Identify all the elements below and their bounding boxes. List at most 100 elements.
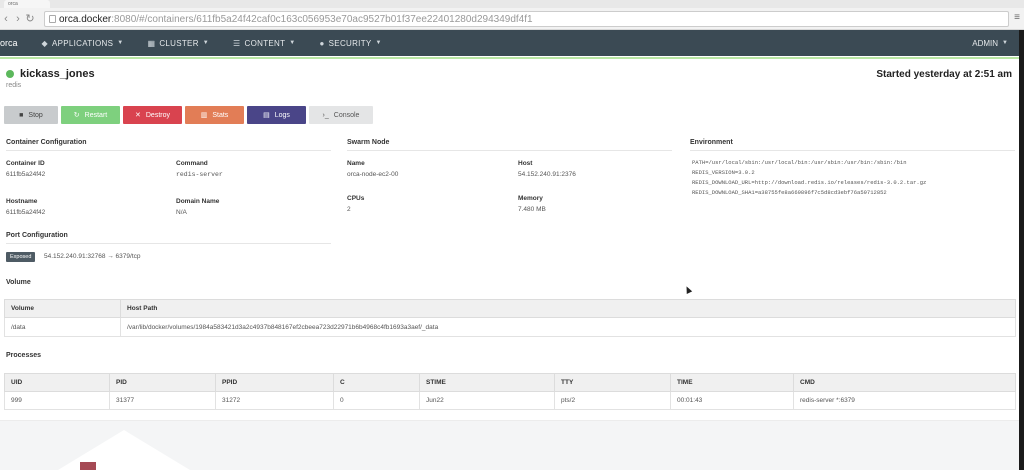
env-line: REDIS_DOWNLOAD_URL=http://download.redis… bbox=[692, 179, 927, 186]
domain-value: N/A bbox=[176, 209, 187, 216]
column-header: C bbox=[333, 373, 420, 392]
port-mapping: 54.152.240.91:32768 → 6379/tcp bbox=[44, 253, 141, 260]
table-row: /data /var/lib/docker/volumes/1984a58342… bbox=[4, 317, 1016, 337]
chevron-down-icon: ▼ bbox=[202, 40, 210, 46]
table-row: 999 31377 31272 0 Jun22 pts/2 00:01:43 r… bbox=[4, 391, 1016, 410]
command-value: redis-server bbox=[176, 171, 223, 178]
column-header: PPID bbox=[215, 373, 334, 392]
container-id-label: Container ID bbox=[6, 160, 45, 167]
column-header: Volume bbox=[4, 299, 121, 318]
processes-table: UID PID PPID C STIME TTY TIME CMD 999 31… bbox=[4, 373, 1016, 410]
url-path: :8080/#/containers/611fb5a24f42caf0c163c… bbox=[111, 13, 533, 25]
list-icon: ☰ bbox=[233, 38, 241, 48]
host-label: Host bbox=[518, 160, 533, 167]
nav-content-label: CONTENT bbox=[244, 38, 286, 48]
stop-icon: ■ bbox=[19, 111, 24, 119]
divider bbox=[690, 150, 1015, 151]
lock-icon: ● bbox=[319, 38, 325, 48]
uid-cell: 999 bbox=[4, 391, 110, 410]
nav-cluster[interactable]: ▦ CLUSTER ▼ bbox=[135, 39, 221, 48]
page-info-icon[interactable] bbox=[49, 15, 56, 23]
document-icon: ▤ bbox=[263, 112, 270, 119]
stats-label: Stats bbox=[212, 111, 229, 119]
stats-button[interactable]: ▥ Stats bbox=[185, 106, 244, 124]
status-accent-line bbox=[0, 57, 1024, 59]
column-header: UID bbox=[4, 373, 110, 392]
nav-applications[interactable]: ◆ APPLICATIONS ▼ bbox=[30, 39, 136, 48]
logs-label: Logs bbox=[274, 111, 290, 119]
nav-cluster-label: CLUSTER bbox=[159, 38, 199, 48]
volume-title: Volume bbox=[6, 279, 31, 286]
console-button[interactable]: ›_ Console bbox=[309, 106, 373, 124]
pid-cell: 31377 bbox=[109, 391, 216, 410]
time-cell: 00:01:43 bbox=[670, 391, 794, 410]
port-config-title: Port Configuration bbox=[6, 232, 68, 239]
footer-decoration bbox=[58, 430, 190, 470]
column-header: PID bbox=[109, 373, 216, 392]
window-edge bbox=[1019, 30, 1024, 470]
destroy-button[interactable]: ✕ Destroy bbox=[123, 106, 182, 124]
action-toolbar: ■ Stop ↻ Restart ✕ Destroy ▥ Stats ▤ Log… bbox=[4, 106, 373, 124]
chevron-down-icon: ▼ bbox=[375, 40, 382, 46]
stop-label: Stop bbox=[28, 111, 43, 119]
column-header: CMD bbox=[793, 373, 1016, 392]
chevron-down-icon: ▼ bbox=[117, 40, 124, 46]
top-navbar: orca ◆ APPLICATIONS ▼ ▦ CLUSTER ▼ ☰ CONT… bbox=[0, 30, 1024, 56]
cpus-value: 2 bbox=[347, 206, 351, 213]
browser-menu-icon[interactable]: ≡ bbox=[1014, 12, 1020, 23]
admin-menu[interactable]: ADMIN ▼ bbox=[972, 30, 1008, 56]
column-header: TIME bbox=[670, 373, 794, 392]
hostname-label: Hostname bbox=[6, 198, 38, 205]
divider bbox=[6, 150, 331, 151]
exposed-badge: Exposed bbox=[6, 252, 36, 262]
host-value: 54.152.240.91:2376 bbox=[518, 171, 576, 178]
divider bbox=[6, 243, 331, 244]
env-line: REDIS_DOWNLOAD_SHA1=a38755fe8a669896f7c5… bbox=[692, 189, 887, 196]
restart-button[interactable]: ↻ Restart bbox=[61, 106, 120, 124]
cmd-cell: redis-server *:6379 bbox=[793, 391, 1016, 410]
table-header-row: UID PID PPID C STIME TTY TIME CMD bbox=[4, 373, 1016, 392]
close-icon: ✕ bbox=[135, 112, 141, 119]
nav-security[interactable]: ● SECURITY ▼ bbox=[308, 39, 394, 48]
memory-label: Memory bbox=[518, 195, 543, 202]
stop-button[interactable]: ■ Stop bbox=[4, 106, 58, 124]
footer-logo bbox=[80, 462, 96, 470]
admin-label: ADMIN bbox=[972, 38, 999, 48]
hostname-value: 611fb5a24f42 bbox=[6, 209, 46, 216]
tty-cell: pts/2 bbox=[554, 391, 671, 410]
nav-content[interactable]: ☰ CONTENT ▼ bbox=[221, 39, 308, 48]
browser-address-bar: ‹ › ↻ orca.docker :8080/#/containers/611… bbox=[0, 8, 1024, 30]
chevron-down-icon: ▼ bbox=[1002, 40, 1008, 46]
column-header: Host Path bbox=[120, 299, 1016, 318]
container-config-title: Container Configuration bbox=[6, 139, 87, 146]
logs-button[interactable]: ▤ Logs bbox=[247, 106, 306, 124]
url-host: orca.docker bbox=[59, 13, 112, 25]
node-name-label: Name bbox=[347, 160, 365, 167]
host-path-cell: /var/lib/docker/volumes/1984a583421d3a2c… bbox=[120, 317, 1016, 337]
stime-cell: Jun22 bbox=[419, 391, 555, 410]
terminal-icon: ›_ bbox=[322, 111, 329, 119]
ppid-cell: 31272 bbox=[215, 391, 334, 410]
environment-list: PATH=/usr/local/sbin:/usr/local/bin:/usr… bbox=[692, 158, 926, 198]
forward-icon[interactable]: › bbox=[12, 10, 24, 28]
swarm-node-title: Swarm Node bbox=[347, 139, 390, 146]
restart-label: Restart bbox=[84, 111, 108, 119]
nav-security-label: SECURITY bbox=[328, 38, 372, 48]
chart-icon: ▥ bbox=[200, 112, 208, 119]
browser-tab[interactable]: orca bbox=[4, 0, 50, 8]
container-name: kickass_jones bbox=[20, 68, 95, 80]
destroy-label: Destroy bbox=[145, 111, 170, 119]
cpus-label: CPUs bbox=[347, 195, 365, 202]
brand-logo[interactable]: orca bbox=[0, 38, 30, 48]
volume-cell: /data bbox=[4, 317, 121, 337]
volume-table: Volume Host Path /data /var/lib/docker/v… bbox=[4, 299, 1016, 337]
container-image: redis bbox=[6, 82, 22, 89]
rocket-icon: ◆ bbox=[41, 38, 48, 48]
memory-value: 7.480 MB bbox=[518, 206, 546, 213]
url-field[interactable]: orca.docker :8080/#/containers/611fb5a24… bbox=[44, 11, 1009, 27]
domain-label: Domain Name bbox=[176, 198, 220, 205]
reload-icon[interactable]: ↻ bbox=[24, 10, 36, 28]
back-icon[interactable]: ‹ bbox=[0, 10, 12, 28]
chevron-down-icon: ▼ bbox=[289, 40, 296, 46]
running-status-icon bbox=[6, 70, 14, 78]
